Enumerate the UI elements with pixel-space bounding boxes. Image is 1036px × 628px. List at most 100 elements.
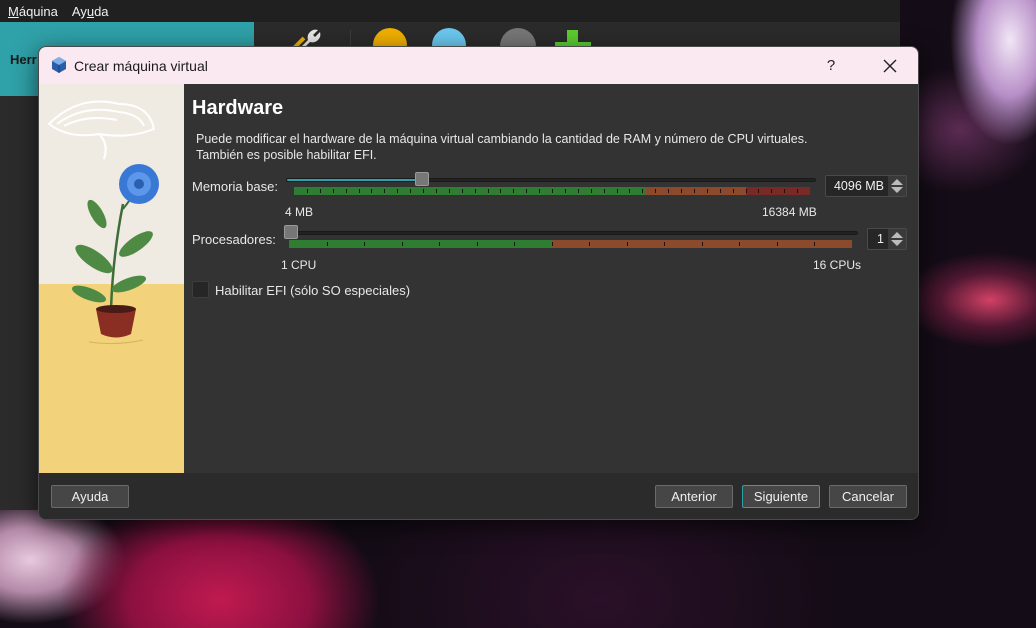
memory-ticks xyxy=(294,187,810,195)
tick-mark xyxy=(526,189,528,193)
tick-mark xyxy=(306,189,308,193)
tick-mark xyxy=(701,242,703,246)
tick-mark xyxy=(345,189,347,193)
page-description: Puede modificar el hardware de la máquin… xyxy=(196,131,807,163)
menu-machine[interactable]: Máquina xyxy=(8,4,58,19)
tick-mark xyxy=(784,189,786,193)
memory-spinbox[interactable]: 4096 MB xyxy=(825,175,907,197)
tick-mark xyxy=(397,189,399,193)
tick-mark xyxy=(551,242,553,246)
processors-value: 1 xyxy=(877,232,884,246)
tick-mark xyxy=(590,189,592,193)
tick-mark xyxy=(476,242,478,246)
processors-label: Procesadores: xyxy=(192,232,276,247)
tick-mark xyxy=(603,189,605,193)
tick-mark xyxy=(626,242,628,246)
tick-mark xyxy=(745,189,747,193)
tick-mark xyxy=(539,189,541,193)
tick-mark xyxy=(797,189,799,193)
tick-mark xyxy=(358,189,360,193)
tick-mark xyxy=(616,189,618,193)
tick-mark xyxy=(423,189,424,193)
processors-spinbox[interactable]: 1 xyxy=(867,228,907,250)
wizard-illustration xyxy=(39,84,184,473)
memory-min-label: 4 MB xyxy=(285,205,314,219)
cancel-button[interactable]: Cancelar xyxy=(829,485,907,508)
help-title-button[interactable]: ? xyxy=(811,47,851,84)
tick-mark xyxy=(771,189,773,193)
efi-checkbox[interactable] xyxy=(192,281,209,298)
processors-slider[interactable] xyxy=(284,231,858,235)
create-vm-dialog: Crear máquina virtual ? Hardware Puede m… xyxy=(38,46,919,520)
dialog-titlebar: Crear máquina virtual ? xyxy=(39,47,918,84)
tick-mark xyxy=(384,189,386,193)
tick-mark xyxy=(589,242,591,246)
processors-max-label: 16 CPUs xyxy=(813,258,862,272)
processors-ticks xyxy=(289,240,852,248)
tick-mark xyxy=(719,189,721,193)
tick-mark xyxy=(435,189,437,193)
tick-mark xyxy=(500,189,502,193)
tick-mark xyxy=(564,189,566,193)
tick-mark xyxy=(364,242,366,246)
processors-stepper[interactable] xyxy=(888,229,906,249)
chevron-up-icon[interactable] xyxy=(891,232,903,238)
tick-mark xyxy=(448,189,450,193)
close-icon xyxy=(883,59,897,72)
tick-mark xyxy=(552,189,553,193)
tick-mark xyxy=(664,242,666,246)
tick-mark xyxy=(776,242,778,246)
dialog-title: Crear máquina virtual xyxy=(74,58,208,74)
processors-slider-handle[interactable] xyxy=(284,225,298,239)
tick-mark xyxy=(655,189,657,193)
tick-mark xyxy=(319,189,321,193)
tick-mark xyxy=(693,189,695,193)
tick-mark xyxy=(410,189,412,193)
virtualbox-icon xyxy=(50,56,68,74)
tick-mark xyxy=(514,242,516,246)
chevron-down-icon[interactable] xyxy=(891,240,903,246)
tick-mark xyxy=(371,189,373,193)
memory-value: 4096 MB xyxy=(833,179,884,193)
memory-stepper[interactable] xyxy=(888,176,906,196)
tools-label: Herr xyxy=(10,52,37,67)
tick-mark xyxy=(513,189,515,193)
processors-min-label: 1 CPU xyxy=(281,258,317,272)
chevron-up-icon[interactable] xyxy=(891,179,903,185)
next-button[interactable]: Siguiente xyxy=(742,485,820,508)
tick-mark xyxy=(681,189,682,193)
memory-slider-handle[interactable] xyxy=(414,172,429,186)
efi-label: Habilitar EFI (sólo SO especiales) xyxy=(215,283,411,298)
tick-mark xyxy=(326,242,328,246)
tick-mark xyxy=(629,189,631,193)
memory-slider[interactable] xyxy=(286,178,816,182)
memory-slider-fill xyxy=(287,179,416,181)
tick-mark xyxy=(461,189,463,193)
description-line-2: También es posible habilitar EFI. xyxy=(196,148,377,162)
tick-mark xyxy=(577,189,579,193)
tick-mark xyxy=(439,242,441,246)
tick-mark xyxy=(814,242,816,246)
tick-mark xyxy=(758,189,760,193)
tick-mark xyxy=(332,189,334,193)
menubar: Máquina Ayuda xyxy=(0,0,900,22)
tick-mark xyxy=(401,242,403,246)
wizard-page: Hardware Puede modificar el hardware de … xyxy=(184,84,918,473)
dialog-footer: Ayuda Anterior Siguiente Cancelar xyxy=(39,473,918,519)
description-line-1: Puede modificar el hardware de la máquin… xyxy=(196,132,808,146)
page-title: Hardware xyxy=(192,97,284,119)
tick-mark xyxy=(668,189,670,193)
memory-label: Memoria base: xyxy=(192,179,278,194)
close-button[interactable] xyxy=(867,47,913,84)
menu-help[interactable]: Ayuda xyxy=(72,4,109,19)
tick-mark xyxy=(474,189,476,193)
memory-max-label: 16384 MB xyxy=(762,205,817,219)
back-button[interactable]: Anterior xyxy=(655,485,733,508)
chevron-down-icon[interactable] xyxy=(891,187,903,193)
help-button[interactable]: Ayuda xyxy=(51,485,129,508)
tick-mark xyxy=(642,189,644,193)
tick-mark xyxy=(487,189,489,193)
tick-mark xyxy=(739,242,741,246)
tick-mark xyxy=(732,189,734,193)
tick-mark xyxy=(706,189,708,193)
